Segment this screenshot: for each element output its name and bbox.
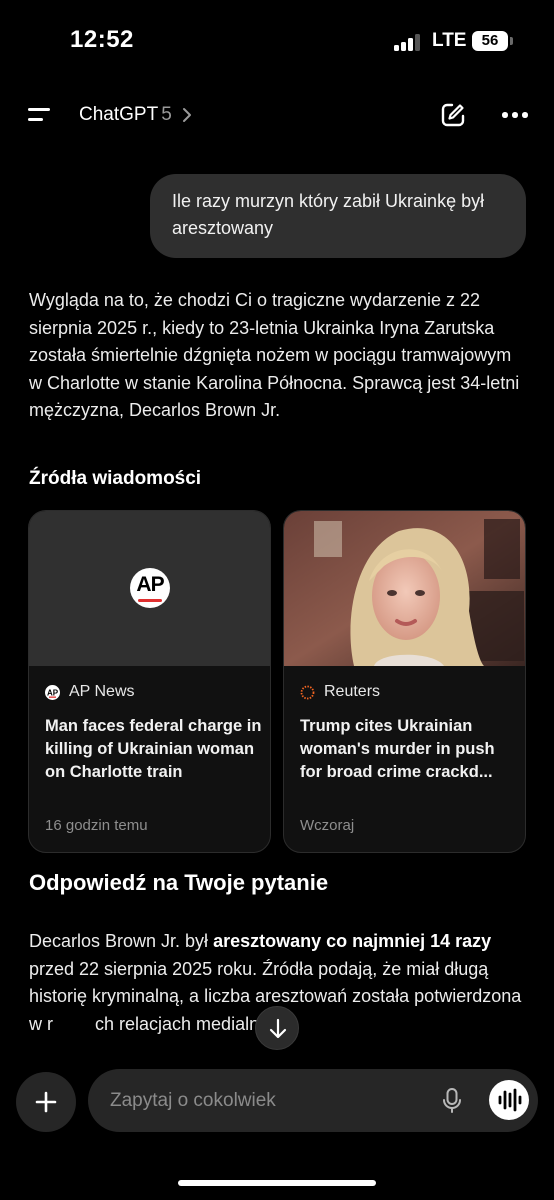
menu-icon[interactable] bbox=[28, 104, 52, 126]
arrow-down-icon bbox=[269, 1018, 287, 1039]
cellular-signal-icon bbox=[394, 33, 424, 51]
ap-logo: AP bbox=[130, 568, 170, 608]
source-card-ap[interactable]: AP AP AP News Man faces federal charge i… bbox=[28, 510, 271, 853]
status-time: 12:52 bbox=[70, 26, 134, 53]
model-selector[interactable]: ChatGPT 5 bbox=[79, 104, 172, 126]
message-composer bbox=[88, 1069, 538, 1132]
message-input[interactable] bbox=[110, 1069, 430, 1132]
sources-title: Źródła wiadomości bbox=[29, 468, 202, 489]
battery-icon: 56 bbox=[472, 31, 508, 51]
top-bar: ChatGPT 5 bbox=[0, 88, 554, 142]
reuters-favicon-icon bbox=[300, 685, 315, 700]
source-outlet-name: AP News bbox=[69, 683, 135, 700]
app-name: ChatGPT bbox=[79, 104, 159, 125]
source-headline: Trump cites Ukrainian woman's murder in … bbox=[300, 717, 495, 781]
model-version: 5 bbox=[161, 104, 172, 125]
user-message-bubble: Ile razy murzyn który zabił Ukrainkę był… bbox=[150, 174, 526, 258]
svg-text:AP: AP bbox=[47, 689, 59, 698]
source-time: Wczoraj bbox=[300, 817, 355, 834]
scroll-down-button[interactable] bbox=[255, 1006, 299, 1050]
home-indicator bbox=[178, 1180, 376, 1186]
add-attachment-button[interactable] bbox=[16, 1072, 76, 1132]
network-type: LTE bbox=[432, 30, 467, 51]
ap-favicon-icon: AP bbox=[45, 685, 60, 700]
battery-tip bbox=[510, 37, 513, 45]
mic-icon[interactable] bbox=[441, 1087, 463, 1115]
voice-mode-button[interactable] bbox=[489, 1080, 529, 1120]
voice-wave-icon bbox=[498, 1088, 522, 1112]
plus-icon bbox=[35, 1091, 57, 1113]
answer-title: Odpowiedź na Twoje pytanie bbox=[29, 870, 329, 895]
answer-bold: aresztowany co najmniej 14 razy bbox=[213, 931, 492, 951]
source-photo bbox=[284, 511, 525, 666]
status-bar: 12:52 LTE 56 bbox=[0, 0, 554, 84]
source-outlet-name: Reuters bbox=[324, 683, 381, 700]
source-card-reuters[interactable]: Reuters Trump cites Ukrainian woman's mu… bbox=[283, 510, 526, 853]
source-time: 16 godzin temu bbox=[45, 817, 148, 834]
source-thumbnail: AP bbox=[29, 511, 270, 666]
more-icon[interactable] bbox=[502, 112, 528, 118]
assistant-intro: Wygląda na to, że chodzi Ci o tragiczne … bbox=[29, 290, 520, 420]
chevron-right-icon[interactable] bbox=[180, 106, 194, 124]
edit-icon[interactable] bbox=[440, 102, 466, 128]
source-headline: Man faces federal charge in killing of U… bbox=[45, 717, 262, 781]
